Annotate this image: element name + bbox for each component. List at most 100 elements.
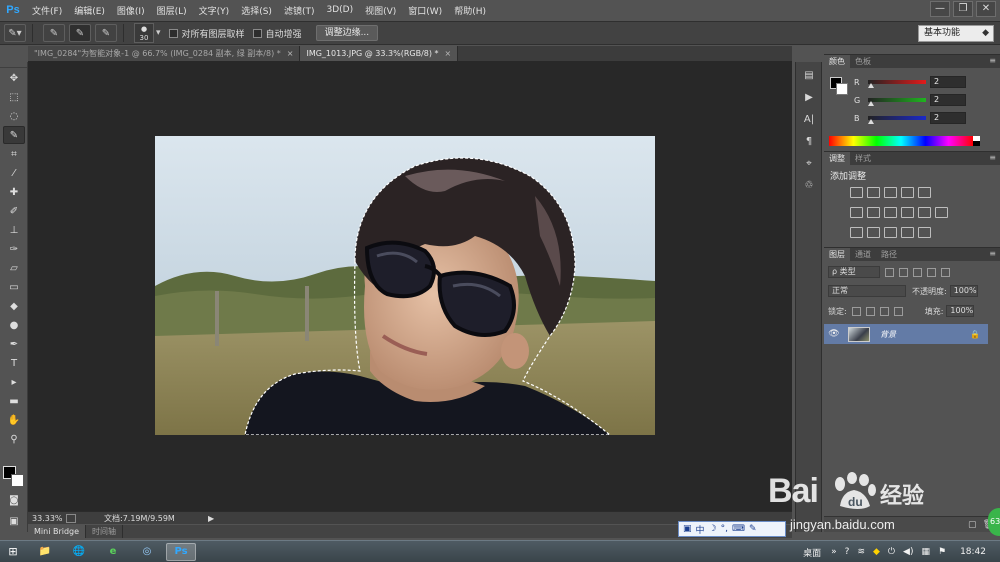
green-slider[interactable] bbox=[868, 98, 926, 106]
lock-pixels-icon[interactable] bbox=[865, 306, 875, 316]
rectangle-tool-icon[interactable]: ▬ bbox=[3, 392, 25, 410]
checkbox-box[interactable] bbox=[168, 28, 178, 38]
hand-tool-icon[interactable]: ✋ bbox=[3, 411, 25, 429]
checkbox-box[interactable] bbox=[252, 28, 262, 38]
actions-icon[interactable]: ▶ bbox=[799, 88, 819, 106]
path-selection-icon[interactable]: ▸ bbox=[3, 373, 25, 391]
menu-3d[interactable]: 3D(D) bbox=[320, 5, 359, 15]
brush-dropdown-icon[interactable]: ▾ bbox=[156, 28, 161, 38]
start-button[interactable]: ⊞ bbox=[0, 542, 26, 562]
threshold-icon[interactable] bbox=[884, 227, 897, 238]
tab-paths[interactable]: 路径 bbox=[876, 248, 902, 261]
flag-icon[interactable]: ⚑ bbox=[938, 547, 946, 557]
tab-color[interactable]: 颜色 bbox=[824, 55, 850, 68]
gradient-tool-icon[interactable]: ▭ bbox=[3, 278, 25, 296]
lasso-tool-icon[interactable]: ◌ bbox=[3, 107, 25, 125]
panel-grip[interactable] bbox=[0, 62, 27, 68]
ime-logo-icon[interactable]: ▣ bbox=[683, 524, 692, 534]
ime-punct-icon[interactable]: °, bbox=[721, 524, 728, 534]
photo-filter-icon[interactable] bbox=[901, 207, 914, 218]
invert-icon[interactable] bbox=[850, 227, 863, 238]
refine-edge-button[interactable]: 调整边缘... bbox=[315, 25, 379, 41]
menu-image[interactable]: 图像(I) bbox=[111, 4, 151, 17]
history-brush-icon[interactable]: ✑ bbox=[3, 240, 25, 258]
screen-mode-icon[interactable]: ▣ bbox=[3, 512, 25, 530]
security-icon[interactable]: ◆ bbox=[873, 547, 880, 557]
brush-size-picker[interactable]: ● 30 bbox=[134, 23, 154, 43]
subtract-selection-button[interactable]: ✎ bbox=[95, 24, 117, 42]
crop-tool-icon[interactable]: ⌗ bbox=[3, 145, 25, 163]
fill-input[interactable]: 100% bbox=[946, 305, 975, 317]
color-spectrum[interactable] bbox=[829, 136, 973, 146]
blur-tool-icon[interactable]: ◆ bbox=[3, 297, 25, 315]
panel-menu-icon[interactable]: ≡ bbox=[989, 249, 996, 258]
tab-img-1013[interactable]: IMG_1013.JPG @ 33.3%(RGB/8) * × bbox=[300, 46, 459, 61]
panel-menu-icon[interactable]: ≡ bbox=[989, 153, 996, 162]
clone-stamp-icon[interactable]: ⊥ bbox=[3, 221, 25, 239]
clock[interactable]: 18:42 bbox=[960, 547, 986, 557]
vibrance-icon[interactable] bbox=[918, 187, 931, 198]
marquee-tool-icon[interactable]: ⬚ bbox=[3, 88, 25, 106]
tab-styles[interactable]: 样式 bbox=[850, 152, 876, 165]
help-icon[interactable]: ? bbox=[845, 547, 850, 557]
levels-icon[interactable] bbox=[867, 187, 880, 198]
color-lookup-icon[interactable] bbox=[935, 207, 948, 218]
ime-tray-icon[interactable]: ▦ bbox=[921, 547, 930, 557]
close-icon[interactable]: × bbox=[287, 49, 294, 58]
menu-window[interactable]: 窗口(W) bbox=[402, 4, 448, 17]
eye-icon[interactable]: 👁 bbox=[824, 329, 844, 339]
menu-edit[interactable]: 编辑(E) bbox=[68, 4, 111, 17]
restore-button[interactable]: ❐ bbox=[953, 1, 973, 17]
tab-layers[interactable]: 图层 bbox=[824, 248, 850, 261]
tool-presets-icon[interactable]: ⌖ bbox=[799, 154, 819, 172]
paragraph-icon[interactable]: ¶ bbox=[799, 132, 819, 150]
taskbar-browser[interactable]: 🌐 bbox=[64, 543, 94, 561]
menu-select[interactable]: 选择(S) bbox=[235, 4, 278, 17]
ime-mode-chinese[interactable]: 中 bbox=[696, 523, 705, 536]
tab-mini-bridge[interactable]: Mini Bridge bbox=[28, 525, 87, 538]
close-icon[interactable]: × bbox=[445, 49, 452, 58]
blend-mode-select[interactable]: 正常 bbox=[828, 285, 906, 297]
zoom-tool-icon[interactable]: ⚲ bbox=[3, 430, 25, 448]
zoom-level-field[interactable]: 33.33% bbox=[28, 514, 66, 523]
tab-timeline[interactable]: 时间轴 bbox=[86, 525, 124, 538]
type-tool-icon[interactable]: T bbox=[3, 354, 25, 372]
move-tool-icon[interactable]: ✥ bbox=[3, 69, 25, 87]
posterize-icon[interactable] bbox=[867, 227, 880, 238]
taskbar-app4[interactable]: ◎ bbox=[132, 543, 162, 561]
status-menu-arrow[interactable]: ▶ bbox=[208, 514, 214, 523]
ime-keyboard-icon[interactable]: ⌨ bbox=[732, 524, 745, 534]
healing-brush-icon[interactable]: ✚ bbox=[3, 183, 25, 201]
volume-icon[interactable]: ◀) bbox=[903, 547, 913, 557]
background-color[interactable] bbox=[11, 474, 24, 487]
wifi-icon[interactable]: ≋ bbox=[857, 547, 865, 557]
gradient-map-icon[interactable] bbox=[918, 227, 931, 238]
character-icon[interactable]: A| bbox=[799, 110, 819, 128]
add-selection-button[interactable]: ✎ bbox=[69, 24, 91, 42]
menu-file[interactable]: 文件(F) bbox=[26, 4, 68, 17]
color-balance-icon[interactable] bbox=[867, 207, 880, 218]
color-panel-background[interactable] bbox=[836, 83, 848, 95]
slider-thumb[interactable] bbox=[868, 101, 874, 106]
taskbar-explorer[interactable]: 📁 bbox=[30, 543, 60, 561]
menu-type[interactable]: 文字(Y) bbox=[193, 4, 236, 17]
blue-slider[interactable] bbox=[868, 116, 926, 124]
brush-tool-icon[interactable]: ✐ bbox=[3, 202, 25, 220]
lock-position-icon[interactable] bbox=[879, 306, 889, 316]
channel-mixer-icon[interactable] bbox=[918, 207, 931, 218]
red-slider[interactable] bbox=[868, 80, 926, 88]
history-icon[interactable]: ▤ bbox=[799, 66, 819, 84]
menu-view[interactable]: 视图(V) bbox=[359, 4, 402, 17]
eraser-tool-icon[interactable]: ▱ bbox=[3, 259, 25, 277]
taskbar-ie[interactable]: e bbox=[98, 543, 128, 561]
dodge-tool-icon[interactable]: ● bbox=[3, 316, 25, 334]
tool-preset-picker[interactable]: ✎▾ bbox=[4, 24, 26, 42]
auto-enhance-checkbox[interactable]: 自动增强 bbox=[252, 27, 302, 40]
red-value[interactable]: 2 bbox=[930, 76, 966, 88]
ime-pen-icon[interactable]: ✎ bbox=[749, 524, 757, 534]
hue-saturation-icon[interactable] bbox=[850, 207, 863, 218]
workspace-select[interactable]: 基本功能 ◆ bbox=[918, 25, 994, 42]
green-value[interactable]: 2 bbox=[930, 94, 966, 106]
sample-all-layers-checkbox[interactable]: 对所有图层取样 bbox=[168, 27, 245, 40]
tab-adjustments[interactable]: 调整 bbox=[824, 152, 850, 165]
